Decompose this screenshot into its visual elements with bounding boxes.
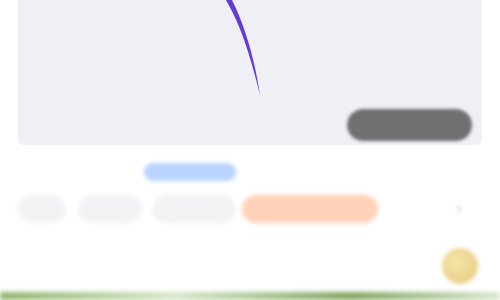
headline-text[interactable] <box>18 252 438 280</box>
chip-2[interactable] <box>78 195 142 223</box>
chevron-right-icon[interactable]: › <box>456 201 472 217</box>
bottom-content-strip <box>0 292 500 300</box>
purple-stroke-shape <box>226 0 260 95</box>
meta-link[interactable] <box>144 163 236 181</box>
chip-1[interactable] <box>18 195 66 223</box>
meta-row <box>18 160 482 184</box>
chip-3[interactable] <box>152 195 236 223</box>
chip-row: › <box>18 195 482 223</box>
media-overlay-pill[interactable] <box>347 109 472 141</box>
avatar[interactable] <box>442 248 478 284</box>
chip-4-highlight[interactable] <box>242 195 378 223</box>
media-preview[interactable] <box>18 0 482 145</box>
screen: › <box>0 0 500 300</box>
